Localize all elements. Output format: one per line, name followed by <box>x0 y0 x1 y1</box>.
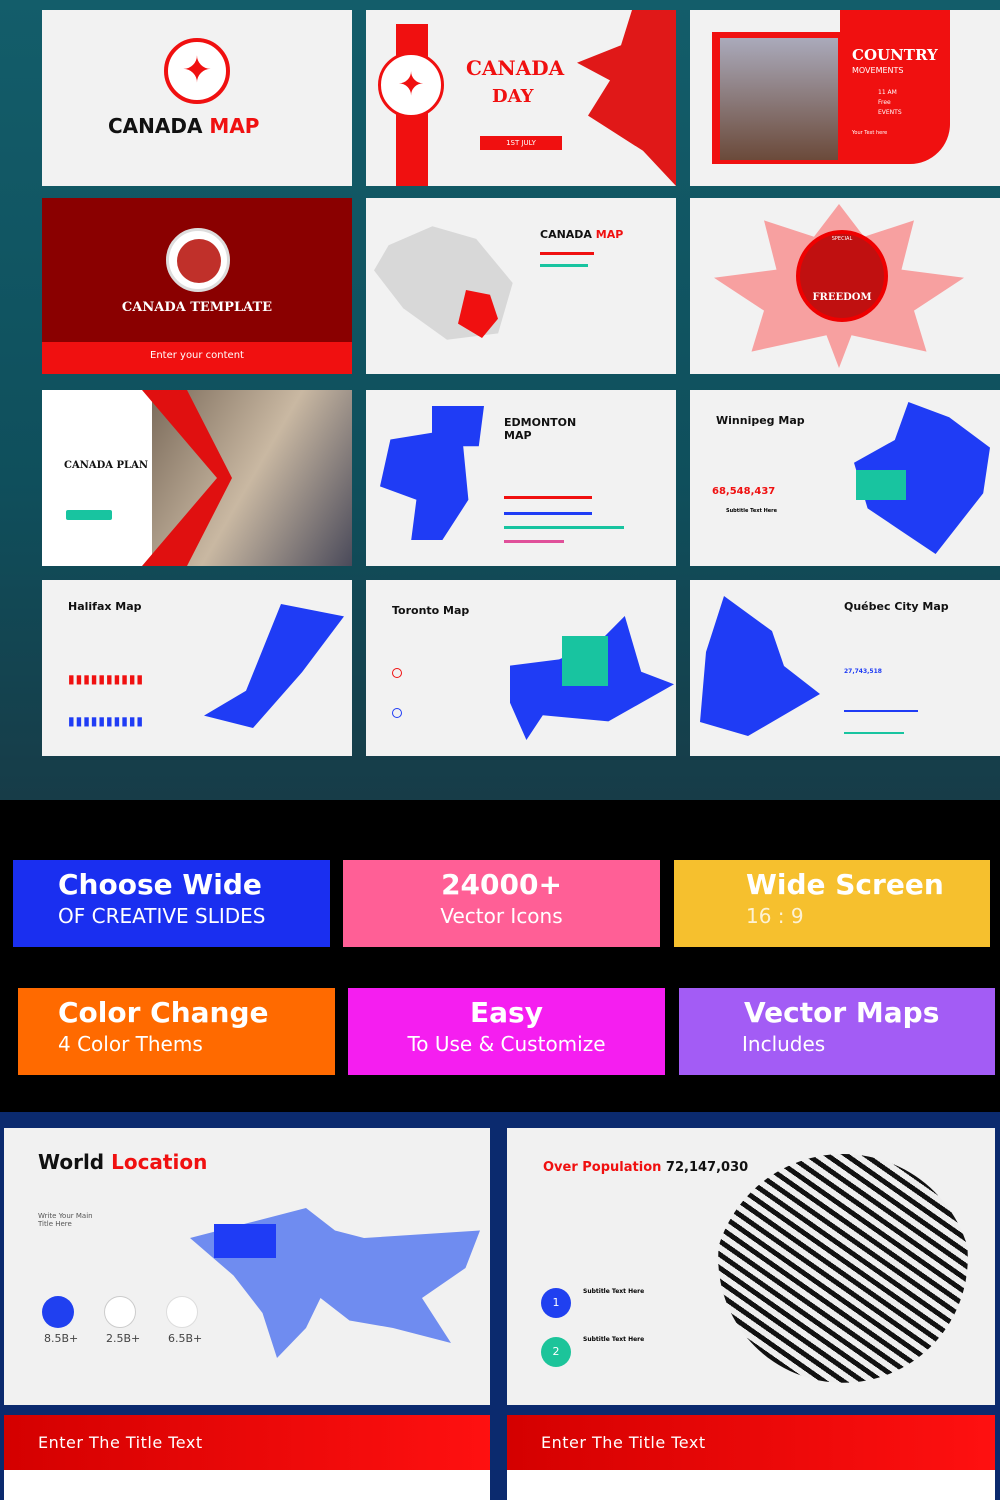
slide-title: Toronto Map <box>392 604 470 617</box>
slide-title: Halifax Map <box>68 600 142 613</box>
event-row: Free <box>878 99 891 106</box>
feature-easy: Easy To Use & Customize <box>348 988 665 1075</box>
avatar <box>166 228 230 292</box>
maple-leaf-icon: ✦ <box>164 38 230 104</box>
feature-vector-icons: 24000+ Vector Icons <box>343 860 660 947</box>
subtitle-text: Subtitle Text Here <box>726 508 778 514</box>
slide-title-accent: Over Population <box>543 1160 662 1175</box>
slide-body <box>507 1470 995 1500</box>
population-value: 72,147,030 <box>665 1160 749 1175</box>
maple-leaf-icon: ✦ <box>378 52 444 118</box>
stat-value: 6.5B+ <box>168 1332 203 1345</box>
slide-title: EDMONTON MAP <box>504 416 577 442</box>
slide-subtitle: DAY <box>492 86 534 107</box>
event-row: EVENTS <box>878 109 902 116</box>
slide-canada-plan[interactable]: CANADA PLAN <box>42 390 352 566</box>
slide-subhead: Write Your Main Title Here <box>38 1212 93 1228</box>
slide-freedom[interactable]: SPECIAL FREEDOM <box>690 198 1000 374</box>
slide-kicker: SPECIAL <box>831 236 853 242</box>
slide-title: CANADA <box>466 56 565 80</box>
slide-title-accent: MAP <box>209 114 260 138</box>
slide-canada-template[interactable]: CANADA TEMPLATE Enter your content <box>42 198 352 374</box>
slide-title: COUNTRY <box>852 46 938 64</box>
stat-value: 2.5B+ <box>106 1332 141 1345</box>
canada-highlight <box>214 1224 276 1258</box>
slide-subtitle: MOVEMENTS <box>852 66 904 75</box>
slide-winnipeg-map[interactable]: Winnipeg Map 68,548,437 Subtitle Text He… <box>690 390 1000 566</box>
halifax-map <box>204 604 344 728</box>
step-badge: 2 <box>541 1337 571 1367</box>
people-icons-blue: ▮▮▮▮▮▮▮▮▮▮ <box>68 714 145 728</box>
maple-leaf-graphic <box>577 10 676 186</box>
slide-title-accent: Location <box>111 1150 208 1174</box>
slide-canada-map-title[interactable]: ✦ CANADA MAP <box>42 10 352 186</box>
slide-title: CANADA <box>540 228 592 241</box>
quebec-map <box>700 596 820 736</box>
feature-color-change: Color Change 4 Color Thems <box>18 988 335 1075</box>
edmonton-map <box>380 406 484 540</box>
population-value: 27,743,518 <box>844 668 882 675</box>
slide-title: CANADA <box>108 114 203 138</box>
stat-value: 8.5B+ <box>44 1332 79 1345</box>
slide-quebec-city-map[interactable]: Québec City Map 27,743,518 <box>690 580 1000 756</box>
canada-map <box>374 226 513 340</box>
slide-title: CANADA PLAN <box>64 460 148 471</box>
slide-title: CANADA TEMPLATE <box>121 300 273 315</box>
event-row: 11 AM <box>878 89 897 96</box>
step-badge: 1 <box>541 1288 571 1318</box>
slide-title: Québec City Map <box>844 600 949 613</box>
slide-title-accent: MAP <box>595 228 624 241</box>
feature-wide-screen: Wide Screen 16 : 9 <box>674 860 990 947</box>
slide-toronto-map[interactable]: Toronto Map <box>366 580 676 756</box>
feature-vector-maps: Vector Maps Includes <box>679 988 995 1075</box>
slide-title: Winnipeg Map <box>716 414 805 427</box>
people-icons-red: ▮▮▮▮▮▮▮▮▮▮ <box>68 672 145 686</box>
slide-over-population[interactable]: Over Population 72,147,030 1 Subtitle Te… <box>507 1128 995 1405</box>
step-label: Subtitle Text Here <box>583 1336 645 1343</box>
slide-text: Your Text here <box>852 130 888 136</box>
stat-icon <box>42 1296 74 1328</box>
slide-canada-map[interactable]: CANADA MAP <box>366 198 676 374</box>
stat-icon <box>104 1296 136 1328</box>
date-badge: 1ST JULY <box>480 136 562 150</box>
cta-button <box>66 510 112 520</box>
population-value: 68,548,437 <box>712 486 776 497</box>
feature-choose-wide: Choose Wide OF CREATIVE SLIDES <box>13 860 330 947</box>
sphere-graphic <box>718 1154 968 1383</box>
slide-title: FREEDOM <box>812 292 872 303</box>
slide-title: World <box>38 1150 105 1174</box>
step-label: Subtitle Text Here <box>583 1288 645 1295</box>
slide-country-movements[interactable]: COUNTRY MOVEMENTS 11 AM Free EVENTS Your… <box>690 10 1000 186</box>
title-banner: Enter The Title Text <box>4 1415 490 1470</box>
freedom-circle <box>796 230 888 322</box>
slide-world-location[interactable]: World Location Write Your Main Title Her… <box>4 1128 490 1405</box>
stat-icon <box>166 1296 198 1328</box>
slide-canada-day[interactable]: ✦ CANADA DAY 1ST JULY <box>366 10 676 186</box>
slide-halifax-map[interactable]: Halifax Map ▮▮▮▮▮▮▮▮▮▮ ▮▮▮▮▮▮▮▮▮▮ <box>42 580 352 756</box>
enter-content-button: Enter your content <box>42 342 352 374</box>
slide-edmonton-map[interactable]: EDMONTON MAP <box>366 390 676 566</box>
title-banner: Enter The Title Text <box>507 1415 995 1470</box>
slide-body <box>4 1470 490 1500</box>
portrait-photo <box>720 38 838 160</box>
